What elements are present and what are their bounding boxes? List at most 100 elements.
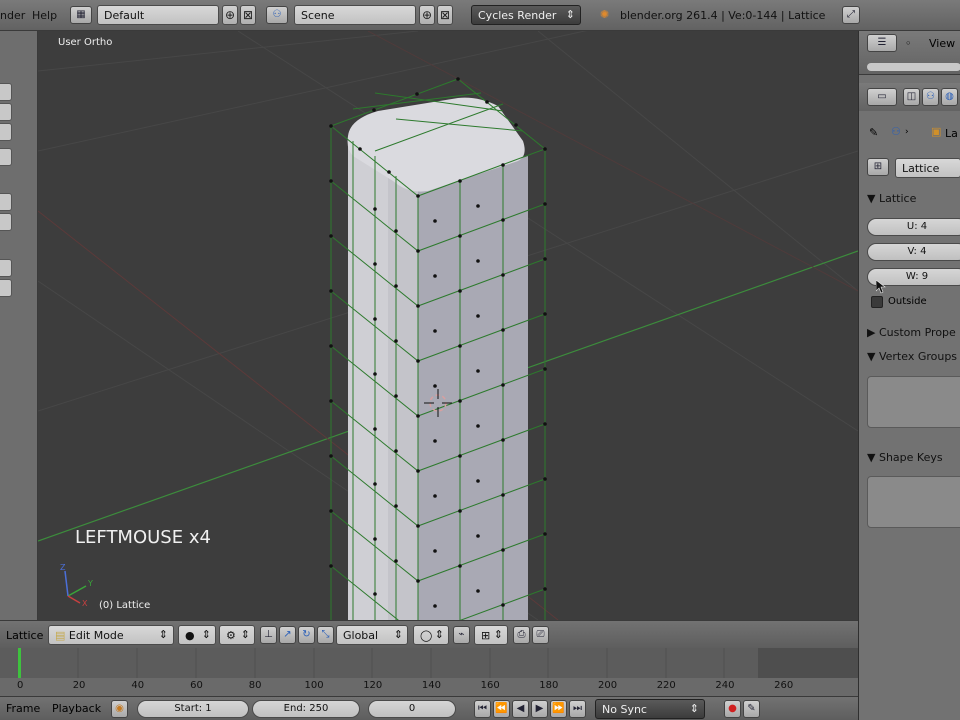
scene-tab-icon[interactable]: ⚇ (922, 88, 939, 106)
chevron-updown-icon: ⇕ (434, 628, 444, 641)
shading-select[interactable]: ● ⇕ (178, 625, 216, 645)
start-frame-field[interactable]: Start: 1 (137, 700, 249, 718)
chevron-updown-icon: ⇕ (393, 628, 403, 641)
tool-button[interactable] (0, 148, 12, 166)
u-resolution-field[interactable]: U: 4 (867, 218, 960, 236)
play-icon[interactable]: ▶ (531, 700, 548, 718)
render-anim-icon[interactable]: ⎚ (532, 626, 549, 644)
tool-button[interactable] (0, 83, 12, 101)
3d-viewport[interactable]: User Ortho LEFTMOUSE x4 (0) Lattice Y Z … (38, 31, 858, 620)
keyframe-type-icon[interactable]: ✎ (743, 700, 760, 718)
panel-lattice-title: Lattice (878, 192, 917, 205)
eye-icon: ◦ (905, 37, 912, 50)
screen-layout-field[interactable]: Default (97, 5, 219, 25)
object-info-label: (0) Lattice (99, 600, 151, 611)
fullscreen-icon[interactable]: ⤢ (842, 6, 860, 24)
tool-button[interactable] (0, 103, 12, 121)
mode-select[interactable]: ▤ Edit Mode ⇕ (48, 625, 174, 645)
timeline-tick-label: 240 (715, 680, 735, 691)
timeline-tick-label: 20 (72, 680, 86, 691)
render-still-icon[interactable]: ⎙ (513, 626, 530, 644)
outside-checkbox[interactable] (871, 296, 883, 308)
chevron-updown-icon: ⇕ (689, 702, 699, 715)
tool-shelf-collapsed (0, 31, 38, 620)
proportional-edit-select[interactable]: ◯ ⇕ (413, 625, 449, 645)
outliner-header: ☰ ◦ View (859, 31, 960, 75)
render-engine-label: Cycles Render (478, 9, 557, 22)
current-frame-field[interactable]: 0 (368, 700, 456, 718)
render-tab-icon[interactable]: ◫ (903, 88, 920, 106)
playback-menu[interactable]: Playback (52, 702, 101, 715)
info-text: blender.org 261.4 | Ve:0-144 | Lattice (620, 9, 826, 22)
tool-button[interactable] (0, 123, 12, 141)
axis-label-x: X (82, 599, 88, 608)
screen-layout-icon[interactable]: ▦ (70, 6, 92, 24)
scale-icon[interactable]: ⤡ (317, 626, 334, 644)
frame-menu[interactable]: Frame (6, 702, 40, 715)
scene-icon[interactable]: ⚇ (266, 6, 288, 24)
tool-button[interactable] (0, 213, 12, 231)
tool-button[interactable] (0, 259, 12, 277)
chevron-updown-icon: ⇕ (240, 628, 250, 641)
jump-end-icon[interactable]: ⏭ (569, 700, 586, 718)
top-info-bar: nder Help ▦ Default ⊕ ⊠ ⚇ Scene ⊕ ⊠ Cycl… (0, 0, 960, 31)
shape-keys-list[interactable] (867, 476, 960, 528)
object-menu[interactable]: Lattice (6, 629, 43, 642)
play-reverse-icon[interactable]: ◀ (512, 700, 529, 718)
end-frame-field[interactable]: End: 250 (252, 700, 360, 718)
timeline-area[interactable]: 0 20 40 60 80 100 120 140 160 180 200 220 240 260 (0, 648, 858, 696)
properties-editor-icon[interactable]: ▭ (867, 88, 897, 106)
keying-set-icon[interactable]: ◉ (111, 700, 128, 718)
datablock-name-field[interactable]: Lattice (895, 158, 960, 178)
add-layout-button[interactable]: ⊕ (222, 5, 238, 25)
current-frame-marker[interactable] (18, 648, 21, 678)
outside-label: Outside (888, 296, 927, 307)
timeline-tick-label: 40 (131, 680, 145, 691)
sync-select[interactable]: No Sync ⇕ (595, 699, 705, 719)
breadcrumb-object[interactable]: La (945, 127, 958, 140)
world-tab-icon[interactable]: ◍ (941, 88, 958, 106)
timeline-tick-label: 140 (421, 680, 441, 691)
edit-mode-icon: ▤ (55, 629, 66, 642)
panel-vertex-groups-header[interactable]: ▼ Vertex Groups (867, 350, 957, 363)
view-menu[interactable]: View (929, 37, 955, 50)
manipulator-toggle-icon[interactable]: ⊥ (260, 626, 277, 644)
pin-icon[interactable]: ✎ (869, 126, 878, 139)
timeline-ticks: 0 20 40 60 80 100 120 140 160 180 200 220 240 260 (0, 678, 858, 696)
remove-scene-button[interactable]: ⊠ (437, 5, 453, 25)
tool-button[interactable] (0, 193, 12, 211)
record-icon[interactable]: ● (724, 700, 741, 718)
outliner-scrollbar[interactable] (867, 63, 960, 71)
panel-shape-keys-header[interactable]: ▼ Shape Keys (867, 451, 943, 464)
tool-button[interactable] (0, 279, 12, 297)
pivot-select[interactable]: ⚙ ⇕ (219, 625, 255, 645)
timeline-tick-label: 0 (17, 680, 24, 691)
orientation-select[interactable]: Global ⇕ (336, 625, 408, 645)
panel-lattice-header[interactable]: ▼ Lattice (867, 192, 916, 205)
chevron-updown-icon: ⇕ (201, 628, 211, 641)
scene-field[interactable]: Scene (294, 5, 416, 25)
remove-layout-button[interactable]: ⊠ (240, 5, 256, 25)
help-menu[interactable]: Help (32, 9, 57, 22)
chevron-updown-icon: ⇕ (565, 8, 575, 21)
vertex-groups-list[interactable] (867, 376, 960, 428)
jump-start-icon[interactable]: ⏮ (474, 700, 491, 718)
lattice-object-icon: ▣ (931, 125, 942, 138)
timeline-tick-label: 80 (248, 680, 262, 691)
translate-icon[interactable]: ↗ (279, 626, 296, 644)
render-menu[interactable]: nder (0, 9, 25, 22)
add-scene-button[interactable]: ⊕ (419, 5, 435, 25)
prev-key-icon[interactable]: ⏪ (493, 700, 510, 718)
rotate-icon[interactable]: ↻ (298, 626, 315, 644)
timeline-tick-label: 120 (363, 680, 383, 691)
snap-element-select[interactable]: ⊞ ⇕ (474, 625, 508, 645)
panel-custom-props-header[interactable]: ▶ Custom Prope (867, 326, 956, 339)
render-engine-select[interactable]: Cycles Render ⇕ (471, 5, 581, 25)
blender-logo-icon: ✺ (600, 8, 610, 21)
v-resolution-field[interactable]: V: 4 (867, 243, 960, 261)
editor-type-icon[interactable]: ☰ (867, 34, 897, 52)
timeline-tick-label: 60 (190, 680, 203, 691)
next-key-icon[interactable]: ⏩ (550, 700, 567, 718)
lattice-data-icon[interactable]: ⊞ (867, 158, 889, 176)
magnet-icon[interactable]: ⌁ (453, 626, 470, 644)
